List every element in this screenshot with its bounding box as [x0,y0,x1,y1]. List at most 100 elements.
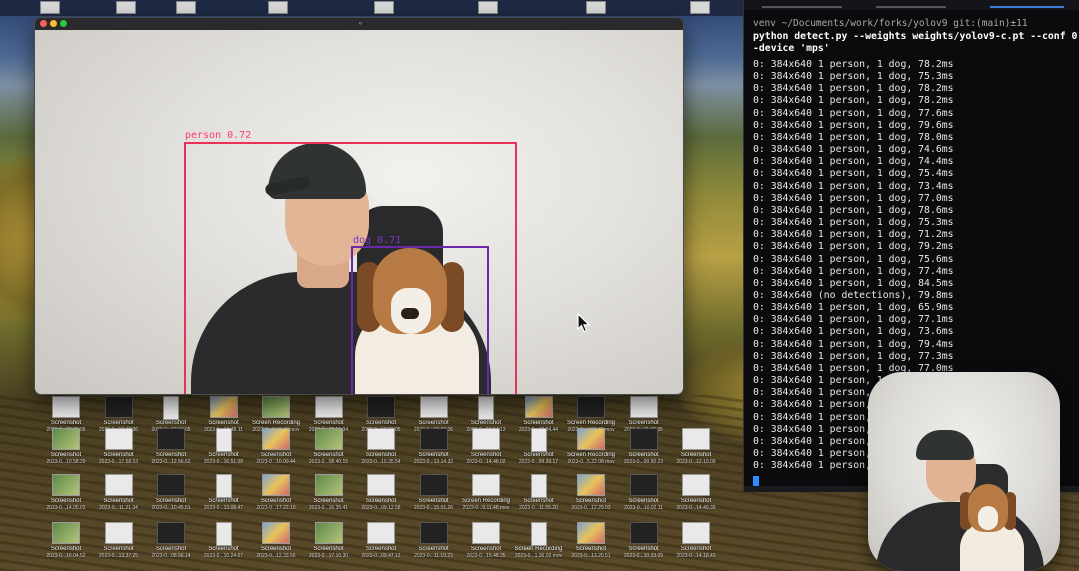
file-thumbnail-icon [682,428,710,450]
terminal-output-line: 0: 384x640 1 person, 1 dog, 77.3ms [753,350,954,362]
desktop-file-icon[interactable]: Screenshot 2023-0...14.48.02 [460,428,512,470]
file-name: Screenshot [103,498,134,504]
desktop-file-icon[interactable]: Screenshot 2023-0...12.10.09 [670,428,722,470]
zoom-window-button[interactable] [60,20,67,27]
file-name: Screenshot [523,498,554,504]
background-thumbnail [268,1,288,14]
file-date: 2023-0...10.33.09 [623,553,664,559]
file-thumbnail-icon [367,428,395,450]
file-date: 2023-0...15.01.26 [413,505,454,511]
close-window-button[interactable] [40,20,47,27]
file-date: 2023-0...17.10.30 [308,553,349,559]
desktop-file-icon[interactable]: Screenshot 2023-0...13.20.51 [565,522,617,564]
desktop-file-icon[interactable]: Screenshot 2023-0...10.33.09 [618,522,670,564]
desktop-file-icon[interactable]: Screenshot 2023-0...10.58.29 [40,428,92,470]
desktop-file-icon[interactable]: Screenshot 2023-0...17.22.10 [250,474,302,516]
desktop-file-icon[interactable]: Screenshot 2023-0...08.56.14 [145,522,197,564]
terminal-tab-bar [744,0,1079,10]
desktop-file-icon[interactable]: Screenshot 2023-0...11.19.23 [408,522,460,564]
desktop-file-icon[interactable]: Screenshot 2023-0...10.24.07 [198,522,250,564]
file-date: 2023-0...1.36.02.mov [514,553,563,559]
file-thumbnail-icon [163,396,179,420]
desktop-file-icon[interactable]: Screenshot 2023-0...16.51.08 [198,428,250,470]
file-date: 2023-0...10.24.07 [203,553,244,559]
file-date: 2023-0...10.02.11 [624,505,663,511]
file-thumbnail-icon [472,522,500,544]
file-name: Screenshot [50,546,82,552]
webcam-overlay[interactable] [868,372,1060,571]
desktop-file-icon[interactable]: Screenshot 2023-0...11.21.34 [93,474,145,516]
desktop-file-icon[interactable]: Screenshot 2023-0...09.39.17 [513,428,565,470]
desktop-file-icon[interactable]: Screen Recording 2023-0...1.36.02.mov [513,522,565,564]
desktop-file-icon[interactable]: Screenshot 2023-0...10.35.54 [355,428,407,470]
file-date: 2023-0...08.56.14 [151,553,191,559]
desktop-file-icon[interactable]: Screenshot 2023-0...15.01.26 [408,474,460,516]
file-date: 2023-0...13.37.25 [98,553,139,559]
file-name: Screenshot [260,546,292,552]
file-name: Screenshot [523,452,554,458]
file-date: 2023-0...09.50.23 [623,459,664,465]
terminal-command: python detect.py --weights weights/yolov… [753,31,1079,55]
file-date: 2023-0...13.14.32 [413,459,454,465]
desktop-file-icon[interactable]: Screenshot 2023-0...14.18.43 [670,522,722,564]
terminal-tab[interactable] [762,0,842,8]
camera-frame: person 0.72 dog 0.71 [35,30,683,394]
file-thumbnail-icon [157,522,185,544]
file-date: 2023-0...10.35.54 [361,459,401,465]
desktop-file-icon[interactable]: Screen Recording 2023-0...9.11.48.mov [460,474,512,516]
background-thumbnail [586,1,606,14]
desktop-file-icon[interactable]: Screenshot 2023-0...16.04.52 [40,522,92,564]
file-name: Screenshot [365,498,397,504]
file-date: 2023-0...09.12.58 [361,505,401,511]
file-date: 2023-0...14.18.43 [676,553,716,559]
desktop-file-icon[interactable]: Screenshot 2023-0...13.37.25 [93,522,145,564]
desktop-file-icon[interactable]: Screenshot 2023-0...08.40.15 [303,428,355,470]
desktop-file-icon[interactable]: Screenshot 2023-0...13.08.47 [198,474,250,516]
minimize-window-button[interactable] [50,20,57,27]
desktop-file-icon[interactable]: Screenshot 2023-0...10.09.44 [250,428,302,470]
desktop-file-icon[interactable]: Screenshot 2023-0...12.29.03 [565,474,617,516]
desktop-file-icon[interactable]: Screenshot 2023-0...13.14.32 [408,428,460,470]
terminal-tab[interactable] [876,0,946,8]
desktop-file-icon[interactable]: Screenshot 2023-0...17.10.30 [303,522,355,564]
file-date: 2023-0...14.05.03 [46,505,86,511]
desktop-file-icon[interactable]: Screenshot 2023-0...14.05.03 [40,474,92,516]
file-thumbnail-icon [215,428,232,452]
background-thumbnail [690,1,710,14]
desktop-file-icon[interactable]: Screenshot 2023-0...11.55.20 [513,474,565,516]
file-name: Screenshot [313,546,344,552]
file-thumbnail-icon [629,396,658,418]
file-thumbnail-icon [530,428,547,452]
background-thumbnail [478,1,498,14]
desktop-file-icon[interactable]: Screenshot 2023-0...16.35.41 [303,474,355,516]
desktop-file-icon[interactable]: Screenshot 2023-0...14.40.39 [670,474,722,516]
file-name: Screenshot [575,498,607,504]
desktop-file-icon[interactable]: Screenshot 2023-0...09.50.23 [618,428,670,470]
file-date: 2023-0...12.33.56 [256,553,296,559]
desktop-file-icon[interactable]: Screenshot 2023-0...10.45.51 [145,474,197,516]
terminal-output-line: 0: 384x640 1 person, 1 dog, 77.4ms [753,265,954,277]
file-name: Screenshot [313,452,344,458]
terminal-output-line: 0: 384x640 1 person, 1 dog, 75.4ms [753,168,954,180]
file-name: Screenshot [50,498,82,504]
file-date: 2023-0...14.48.02 [466,459,506,465]
desktop-file-icon[interactable]: Screenshot 2023-0...09.12.58 [355,474,407,516]
window-titlebar[interactable]: ⚬ [35,18,683,30]
desktop-file-icon[interactable]: Screenshot 2023-0...15.48.35 [460,522,512,564]
desktop-file-icon[interactable]: Screenshot 2023-0...12.33.56 [250,522,302,564]
file-date: 2023-0...14.40.39 [676,505,716,511]
file-thumbnail-icon [530,474,547,498]
desktop-file-icon[interactable]: Screenshot 2023-0...10.02.11 [618,474,670,516]
terminal-tab-active[interactable] [990,0,1064,8]
dog-detection-label: dog 0.71 [353,235,402,246]
desktop-file-icon[interactable]: Screenshot 2023-0...09.47.12 [355,522,407,564]
camera-preview-window[interactable]: ⚬ person 0.72 dog 0.71 [34,17,684,395]
desktop-file-icon[interactable]: Screenshot 2023-0...12.56.52 [145,428,197,470]
background-thumbnail [374,1,394,14]
terminal-output-line: 0: 384x640 1 person, 1 dog, 73.6ms [753,326,954,338]
desktop-file-icon[interactable]: Screen Recording 2023-0...5.22.08.mov [565,428,617,470]
terminal-output-line: 0: 384x640 1 person, 1 dog, 74.6ms [753,144,954,156]
terminal-output-line: 0: 384x640 1 person, 1 dog, 79.6ms [753,119,954,131]
desktop-file-icon[interactable]: Screenshot 2023-0...17.58.53 [93,428,145,470]
file-name: Screenshot [260,452,292,458]
